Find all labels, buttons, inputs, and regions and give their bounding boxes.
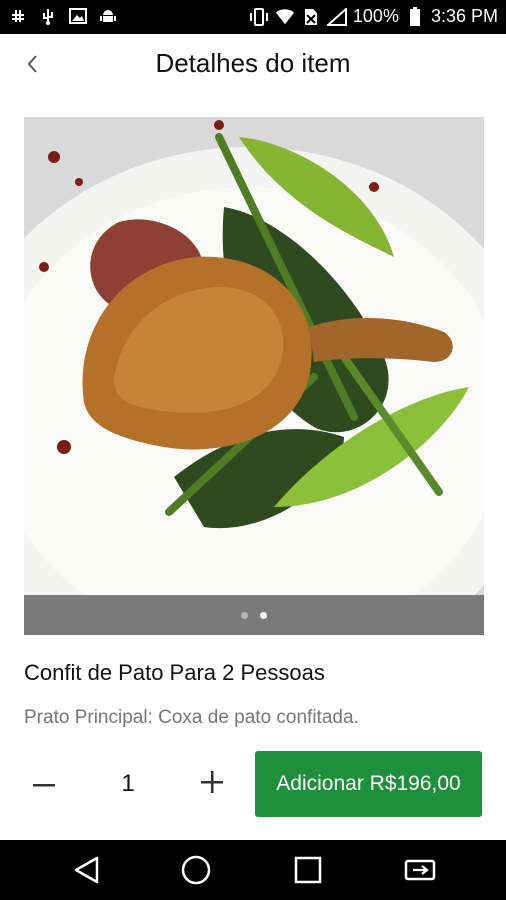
item-name: Confit de Pato Para 2 Pessoas (24, 660, 325, 685)
slack-icon (8, 6, 28, 26)
pager-dot[interactable] (241, 611, 248, 619)
vibrate-icon (249, 7, 269, 27)
back-triangle-icon[interactable] (66, 850, 106, 890)
item-description: Prato Principal: Coxa de pato confitada. (24, 707, 359, 728)
plus-icon (201, 770, 223, 798)
increase-quantity-button[interactable] (194, 766, 230, 802)
pager-dot-active[interactable] (260, 611, 267, 619)
recents-square-icon[interactable] (288, 850, 328, 890)
battery-percent: 100% (352, 6, 399, 26)
android-icon (98, 6, 118, 26)
home-circle-icon[interactable] (176, 850, 216, 890)
order-bar: 1 Adicionar R$196,00 (0, 750, 506, 818)
screen-rotate-icon[interactable] (400, 850, 440, 890)
clock: 3:36 PM (430, 6, 498, 26)
no-sim-icon (301, 7, 321, 27)
app-bar: Detalhes do item (0, 34, 506, 96)
signal-icon (326, 7, 347, 27)
wifi-icon (275, 7, 295, 27)
battery-icon (405, 6, 425, 27)
system-nav-bar (0, 840, 506, 900)
add-to-cart-button[interactable]: Adicionar R$196,00 (255, 751, 482, 817)
carousel-pager (24, 595, 484, 635)
decrease-quantity-button[interactable] (26, 766, 62, 802)
quantity-value: 1 (121, 770, 135, 797)
food-photo (24, 117, 484, 595)
usb-icon (38, 6, 58, 26)
minus-icon (33, 775, 55, 793)
page-title: Detalhes do item (155, 48, 351, 78)
item-image-carousel[interactable] (24, 117, 484, 635)
status-bar: 100% 3:36 PM (0, 0, 506, 34)
image-icon (68, 6, 88, 26)
